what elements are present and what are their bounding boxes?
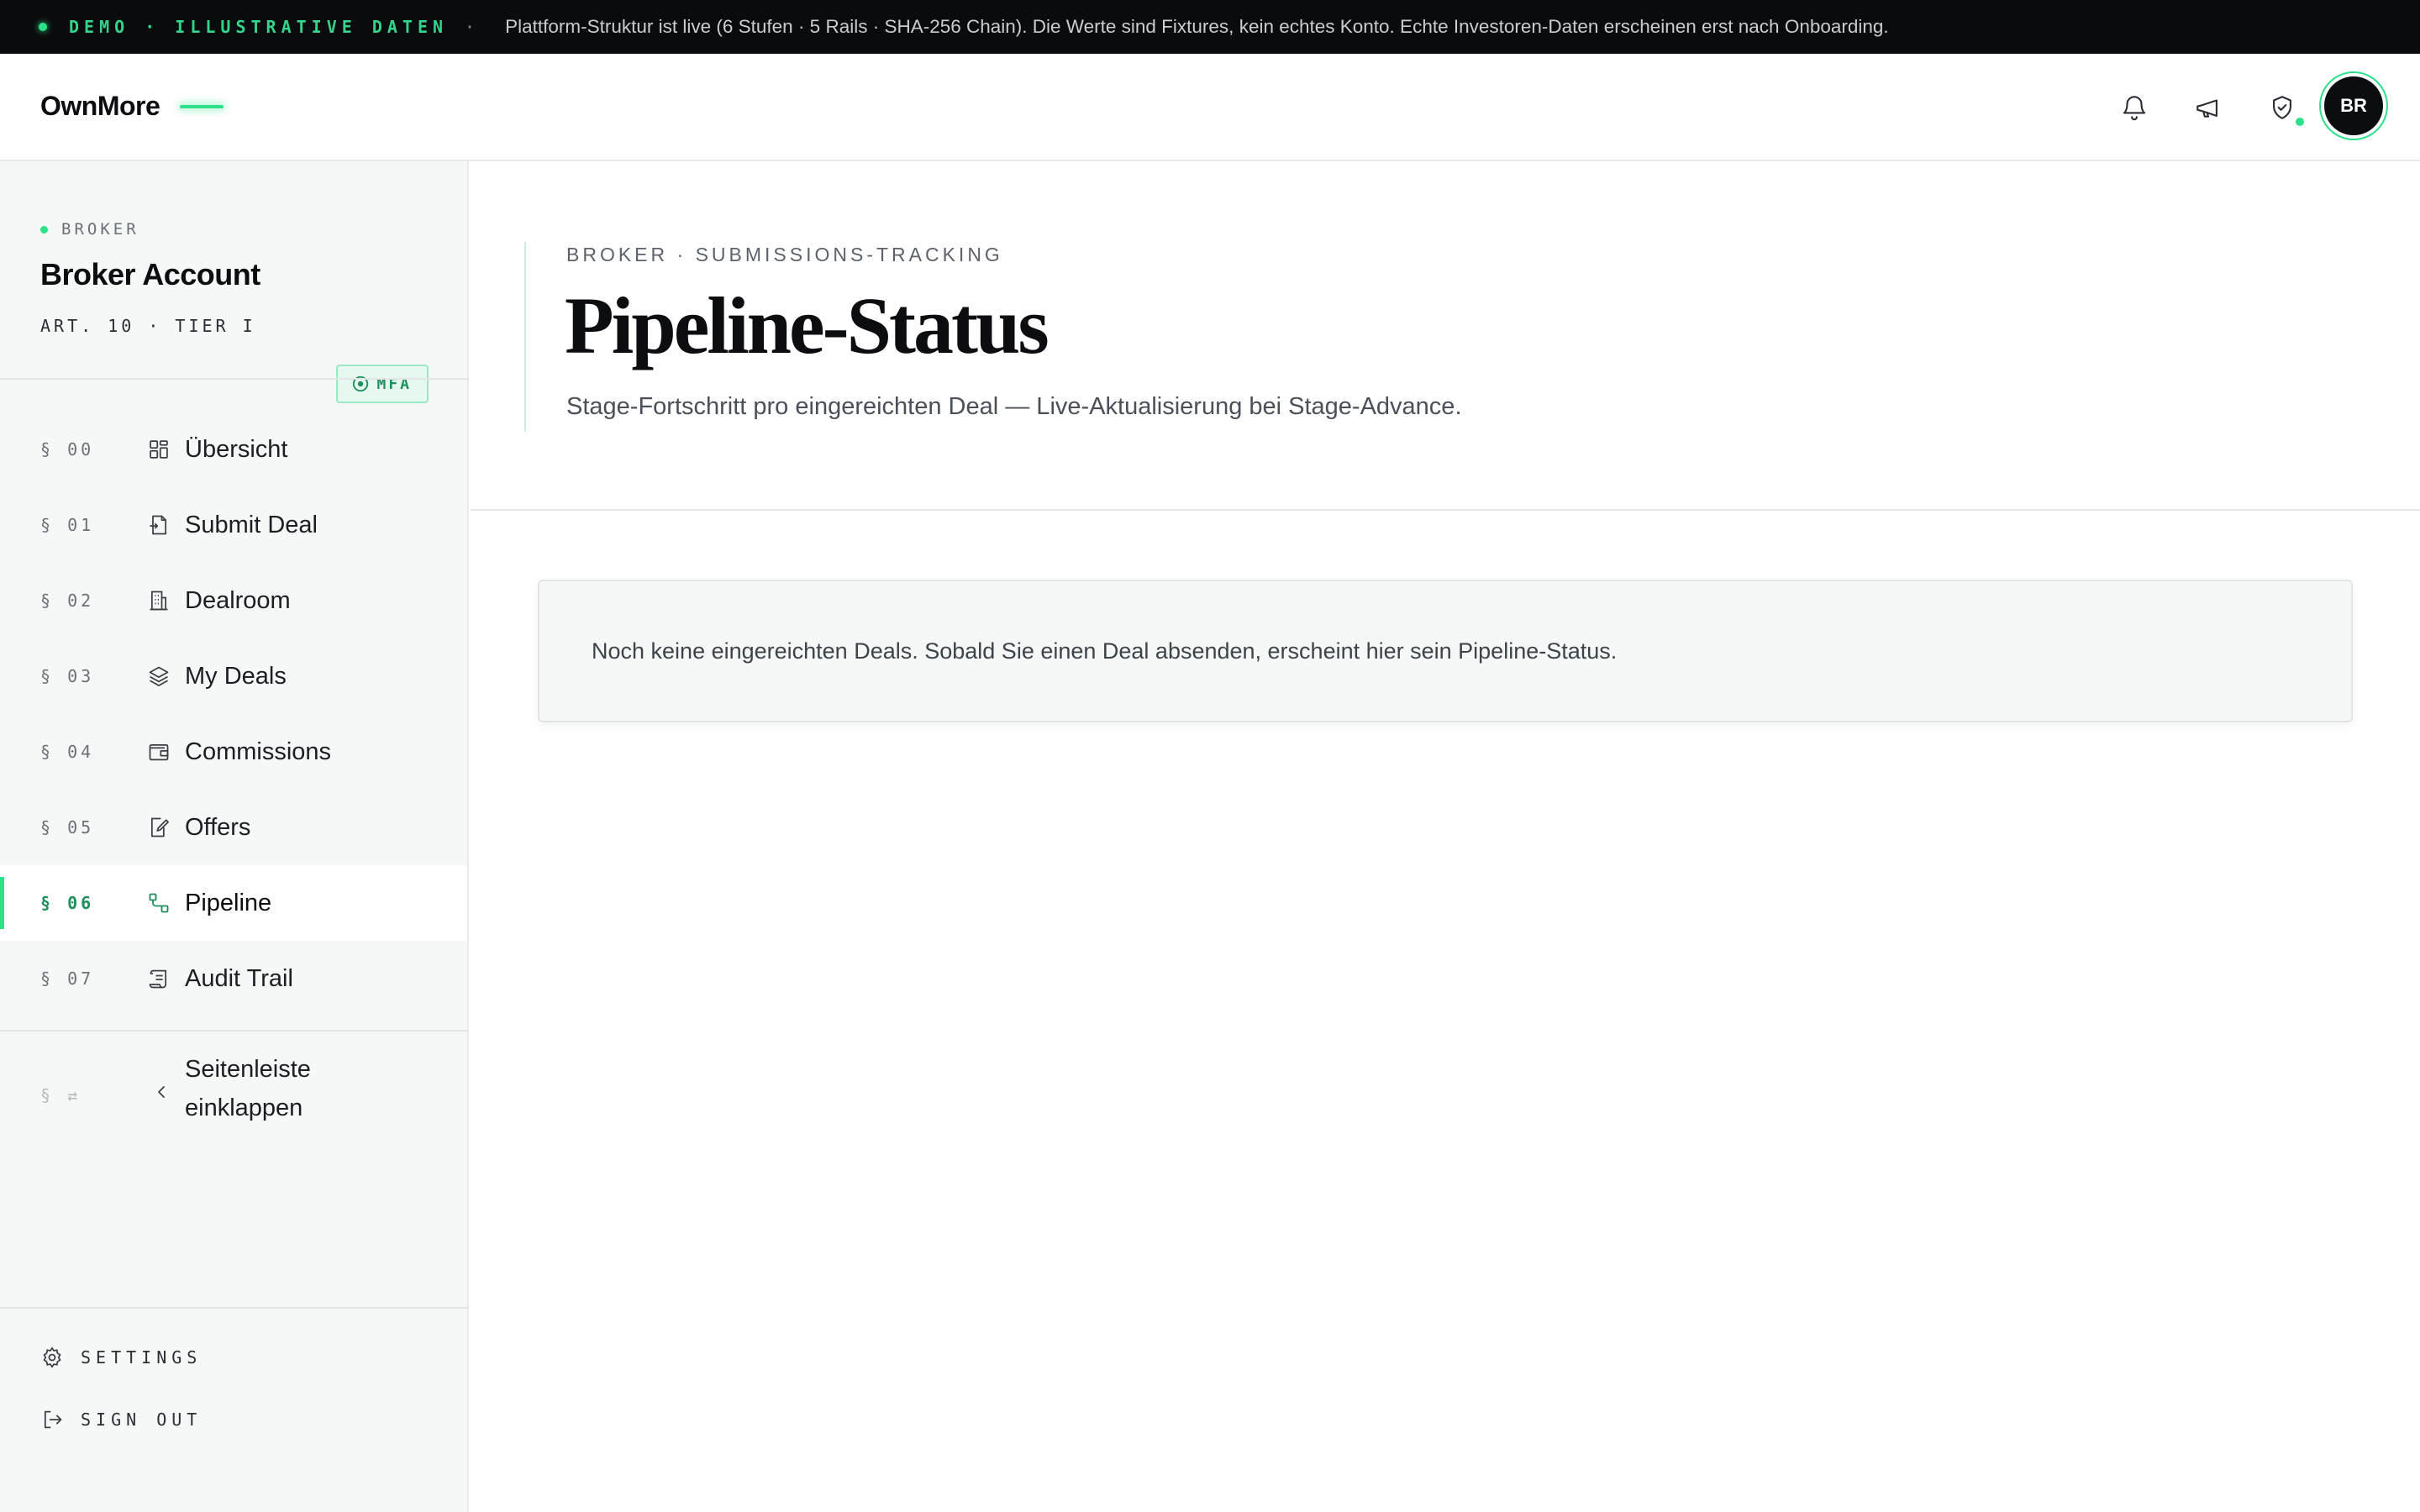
file-edit-icon [146,815,171,840]
settings-button[interactable]: SETTINGS [40,1346,202,1369]
nav-label: Audit Trail [185,964,293,992]
chevron-left-icon [151,1082,171,1102]
collapse-label: Seitenleiste einklappen [185,1056,311,1121]
route-icon [146,890,171,916]
banner-separator: · [465,17,476,37]
nav-number: § ⇄ [40,1085,82,1105]
page-header: BROKER · SUBMISSIONS-TRACKING Pipeline-S… [471,161,2420,511]
sidebar-item-my-deals[interactable]: § 03 My Deals [0,638,467,714]
nav-number: § 01 [40,515,95,535]
nav-label: My Deals [185,662,287,690]
top-header: OwnMore BR [0,54,2420,161]
nav-number: § 03 [40,666,95,686]
settings-label: SETTINGS [81,1347,203,1368]
demo-message: Plattform-Struktur ist live (6 Stufen · … [505,16,1889,37]
file-submit-icon [146,512,171,538]
nav-number: § 06 [40,893,95,913]
empty-state-card: Noch keine eingereichten Deals. Sobald S… [538,580,2353,722]
sidebar-item-pipeline[interactable]: § 06 Pipeline [0,865,467,941]
sidebar-item-commissions[interactable]: § 04 Commissions [0,714,467,790]
demo-banner: DEMO · ILLUSTRATIVE DATEN · Plattform-St… [0,0,2420,54]
nav-label: Commissions [185,738,332,765]
account-tier: ART. 10 · TIER I [40,316,256,336]
empty-state-message: Noch keine eingereichten Deals. Sobald S… [592,638,1618,664]
account-card: BROKER Broker Account ART. 10 · TIER I M… [40,220,429,403]
scroll-icon [146,966,171,991]
account-role: BROKER [40,220,429,239]
shield-check-icon[interactable] [2264,89,2304,126]
nav-label: Pipeline [185,889,272,916]
accent-rule [524,242,526,432]
sidebar: BROKER Broker Account ART. 10 · TIER I M… [0,161,469,1512]
bell-icon[interactable] [2116,89,2153,126]
active-indicator [0,877,4,929]
account-role-label: BROKER [61,220,139,239]
brand-name: OwnMore [40,91,160,121]
page-title: Pipeline-Status [565,281,1050,370]
nav-label: Dealroom [185,586,291,614]
sign-out-label: SIGN OUT [81,1410,203,1430]
sidebar-divider [0,1030,467,1032]
breadcrumb: BROKER · SUBMISSIONS-TRACKING [566,244,1003,265]
gear-icon [43,1347,61,1368]
sidebar-item-submit-deal[interactable]: § 01 Submit Deal [0,487,467,563]
layers-icon [146,664,171,689]
role-dot-icon [40,225,48,234]
grid-icon [146,437,171,462]
mfa-badge: MFA [336,365,429,403]
nav-number: § 02 [40,591,95,611]
status-dot-icon [2296,118,2304,126]
wallet-icon [146,739,171,764]
account-name: Broker Account [40,257,260,291]
sidebar-item-uebersicht[interactable]: § 00 Übersicht [0,412,467,487]
sidebar-divider [0,1307,467,1309]
nav-number: § 07 [40,969,95,989]
collapse-sidebar-button[interactable]: § ⇄ Seitenleiste einklappen [0,1050,467,1142]
demo-tag: DEMO · ILLUSTRATIVE DATEN [69,17,449,37]
megaphone-icon[interactable] [2190,89,2227,126]
nav-label: Offers [185,813,251,841]
sidebar-nav: § 00 Übersicht § 01 Submit Deal § 02 Dea… [0,412,467,1016]
nav-number: § 05 [40,817,95,837]
building-icon [146,588,171,613]
sidebar-item-audit-trail[interactable]: § 07 Audit Trail [0,941,467,1016]
nav-number: § 04 [40,742,95,762]
brand-logo[interactable]: OwnMore [40,91,224,122]
logout-icon [44,1410,62,1429]
nav-number: § 00 [40,439,95,459]
sidebar-item-offers[interactable]: § 05 Offers [0,790,467,865]
main-content: BROKER · SUBMISSIONS-TRACKING Pipeline-S… [471,161,2420,1512]
nav-label: Übersicht [185,435,288,463]
sidebar-item-dealroom[interactable]: § 02 Dealroom [0,563,467,638]
brand-mark-icon [180,104,224,108]
live-dot-icon [39,23,47,31]
sidebar-divider [0,378,467,380]
sign-out-button[interactable]: SIGN OUT [40,1408,202,1431]
page-subtitle: Stage-Fortschritt pro eingereichten Deal… [566,393,1462,420]
nav-label: Submit Deal [185,511,318,538]
avatar[interactable]: BR [2324,76,2383,135]
